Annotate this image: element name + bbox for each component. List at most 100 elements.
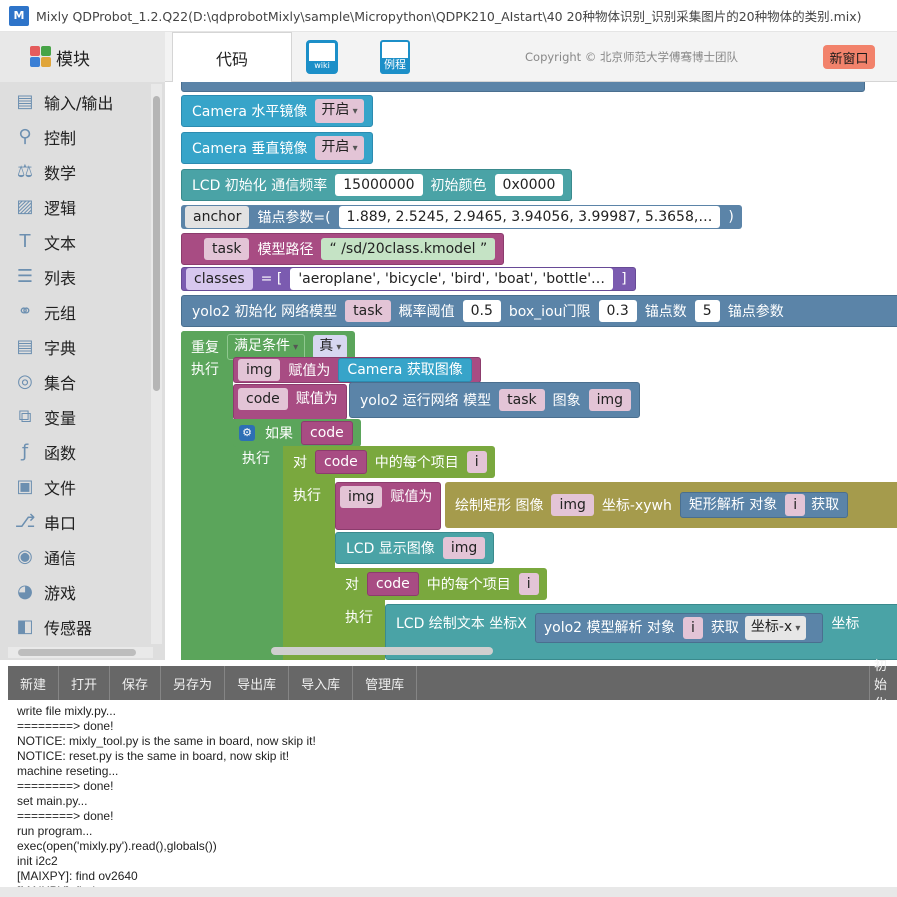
yolo-prob-field[interactable]: 0.5 bbox=[462, 300, 501, 322]
yolo-parse-field[interactable]: 坐标-x bbox=[744, 616, 807, 640]
block-workspace[interactable]: Camera 水平镜像 开启 Camera 垂直镜像 开启 LCD 初始化 通信… bbox=[171, 82, 897, 660]
puzzle-icon bbox=[30, 46, 52, 68]
task-assign-block[interactable]: task 模型路径 “ /sd/20class.kmodel ” bbox=[181, 233, 505, 265]
task-var[interactable]: task bbox=[204, 238, 250, 260]
lcd-color-field[interactable]: 0x0000 bbox=[494, 174, 564, 196]
for1-each-label: 中的每个项目 bbox=[374, 455, 459, 471]
open-button[interactable]: 打开 bbox=[59, 666, 111, 700]
category-scrollbar[interactable] bbox=[151, 84, 162, 644]
if-block[interactable]: ⚙ 如果 code bbox=[233, 419, 361, 447]
yolo-run-block[interactable]: yolo2 运行网络 模型 task 图象 img bbox=[349, 382, 641, 418]
category-title: 模块 bbox=[56, 49, 90, 70]
lcd-freq-field[interactable]: 15000000 bbox=[335, 174, 423, 196]
sidebar-item-dict[interactable]: ▤ 字典 bbox=[8, 329, 150, 364]
for-loop-rail[interactable] bbox=[283, 446, 335, 660]
manage-lib-button[interactable]: 管理库 bbox=[353, 666, 418, 700]
sidebar-item-comm[interactable]: ◉ 通信 bbox=[8, 539, 150, 574]
yolo-init-block[interactable]: yolo2 初始化 网络模型 task 概率阈值 0.5 box_iou门限 0… bbox=[181, 295, 897, 327]
sidebar-item-tuple[interactable]: ⚭ 元组 bbox=[8, 294, 150, 329]
for-each-block-2[interactable]: 对 code 中的每个项目 i bbox=[335, 568, 547, 600]
camera-vflip-dropdown[interactable]: 开启 bbox=[315, 136, 364, 160]
yolo-iou-field[interactable]: 0.3 bbox=[598, 300, 637, 322]
import-lib-button[interactable]: 导入库 bbox=[289, 666, 354, 700]
copyright-text: Copyright © 北京师范大学傅骞博士团队 bbox=[525, 50, 739, 64]
classes-values[interactable]: 'aeroplane', 'bicycle', 'bird', 'boat', … bbox=[290, 268, 614, 290]
yolo-run-task[interactable]: task bbox=[499, 389, 545, 411]
lcd-show-label: LCD 显示图像 bbox=[346, 541, 435, 557]
sidebar-item-list[interactable]: ☰ 列表 bbox=[8, 259, 150, 294]
sidebar-item-logic[interactable]: ▨ 逻辑 bbox=[8, 189, 150, 224]
sidebar-item-game[interactable]: ◕ 游戏 bbox=[8, 574, 150, 609]
sidebar-item-control[interactable]: ⚲ 控制 bbox=[8, 119, 150, 154]
for2-item[interactable]: i bbox=[518, 573, 539, 595]
init-button[interactable]: 初始化 bbox=[869, 659, 897, 712]
exec-label-3: 执行 bbox=[293, 488, 321, 504]
category-hscrollbar[interactable] bbox=[8, 647, 153, 658]
for1-list[interactable]: code bbox=[315, 450, 367, 474]
camera-vflip-block[interactable]: Camera 垂直镜像 开启 bbox=[181, 132, 373, 164]
category-hscroll-thumb[interactable] bbox=[18, 649, 136, 656]
repeat-loop-rail[interactable] bbox=[181, 331, 233, 660]
draw-rect-img[interactable]: img bbox=[551, 494, 594, 516]
sidebar-item-text[interactable]: T 文本 bbox=[8, 224, 150, 259]
classes-assign-block[interactable]: classes = [ 'aeroplane', 'bicycle', 'bir… bbox=[181, 267, 636, 291]
anchor-values[interactable]: 1.889, 2.5245, 2.9465, 3.94056, 3.99987,… bbox=[338, 206, 721, 228]
sidebar-item-serial[interactable]: ⎇ 串口 bbox=[8, 504, 150, 539]
rect-parse-i[interactable]: i bbox=[785, 494, 806, 516]
repeat-value-dropdown[interactable]: 真 bbox=[313, 335, 348, 359]
for2-list[interactable]: code bbox=[367, 572, 419, 596]
yolo-parse-block[interactable]: yolo2 模型解析 对象 i 获取 坐标-x bbox=[534, 613, 824, 643]
editor-tabbar: 代码 wiki 例程 Copyright © 北京师范大学傅骞博士团队 新窗口 bbox=[165, 32, 897, 82]
workspace-hscrollbar[interactable] bbox=[271, 647, 493, 655]
anchor-var[interactable]: anchor bbox=[185, 206, 250, 228]
examples-button[interactable]: 例程 bbox=[380, 40, 410, 74]
for-each-block-1[interactable]: 对 code 中的每个项目 i bbox=[283, 446, 495, 478]
sidebar-item-file[interactable]: ▣ 文件 bbox=[8, 469, 150, 504]
sidebar-item-io[interactable]: ▤ 输入/输出 bbox=[8, 84, 150, 119]
serial-icon: ⎇ bbox=[14, 511, 36, 532]
sidebar-item-function[interactable]: ƒ 函数 bbox=[8, 434, 150, 469]
wiki-button[interactable]: wiki bbox=[306, 40, 338, 74]
category-scroll-thumb[interactable] bbox=[153, 96, 160, 391]
yolo-anchor-num-field[interactable]: 5 bbox=[694, 300, 720, 322]
sidebar-item-sensor[interactable]: ◧ 传感器 bbox=[8, 609, 150, 644]
sidebar-item-variable[interactable]: ⧉ 变量 bbox=[8, 399, 150, 434]
yolo-parse-i[interactable]: i bbox=[682, 617, 703, 639]
sidebar-item-label: 文本 bbox=[44, 233, 77, 253]
console-line: run program... bbox=[17, 824, 93, 838]
tab-code[interactable]: 代码 bbox=[172, 32, 292, 82]
anchor-assign-block[interactable]: anchor 锚点参数=( 1.889, 2.5245, 2.9465, 3.9… bbox=[181, 205, 742, 229]
code-assign-block[interactable]: code 赋值为 bbox=[233, 384, 347, 420]
new-button[interactable]: 新建 bbox=[8, 666, 60, 700]
img-var[interactable]: img bbox=[238, 359, 281, 381]
save-as-button[interactable]: 另存为 bbox=[161, 666, 226, 700]
draw-rect-var[interactable]: img bbox=[340, 486, 383, 508]
draw-rect-assign-block[interactable]: img 赋值为 bbox=[335, 482, 442, 530]
code-var[interactable]: code bbox=[238, 388, 288, 410]
draw-rect-block[interactable]: 绘制矩形 图像 img 坐标-xywh 矩形解析 对象 i 获取 bbox=[445, 482, 897, 528]
classes-var[interactable]: classes bbox=[186, 268, 253, 290]
camera-hmirror-block[interactable]: Camera 水平镜像 开启 bbox=[181, 95, 373, 127]
sidebar-item-label: 变量 bbox=[44, 408, 77, 428]
console-line: ========> done! bbox=[17, 719, 114, 733]
rect-parse-block[interactable]: 矩形解析 对象 i 获取 bbox=[679, 492, 849, 518]
task-path-field[interactable]: “ /sd/20class.kmodel ” bbox=[321, 238, 496, 260]
for1-item[interactable]: i bbox=[466, 451, 487, 473]
yolo-run-img[interactable]: img bbox=[588, 389, 632, 411]
new-window-button[interactable]: 新窗口 bbox=[823, 45, 875, 69]
img-assign-block[interactable]: img 赋值为 Camera 获取图像 bbox=[233, 357, 481, 383]
gear-icon[interactable]: ⚙ bbox=[239, 425, 255, 441]
yolo-init-task[interactable]: task bbox=[345, 300, 391, 322]
camera-hmirror-dropdown[interactable]: 开启 bbox=[315, 99, 364, 123]
if-condition[interactable]: code bbox=[301, 421, 353, 445]
camera-snapshot[interactable]: Camera 获取图像 bbox=[338, 358, 472, 382]
partial-top-block[interactable] bbox=[181, 82, 865, 92]
export-lib-button[interactable]: 导出库 bbox=[225, 666, 290, 700]
anchor-label: 锚点参数=( bbox=[257, 210, 331, 226]
lcd-show-block[interactable]: LCD 显示图像 img bbox=[335, 532, 495, 564]
save-button[interactable]: 保存 bbox=[110, 666, 162, 700]
lcd-init-block[interactable]: LCD 初始化 通信频率 15000000 初始颜色 0x0000 bbox=[181, 169, 573, 201]
sidebar-item-math[interactable]: ⚖ 数学 bbox=[8, 154, 150, 189]
sidebar-item-set[interactable]: ◎ 集合 bbox=[8, 364, 150, 399]
lcd-show-img[interactable]: img bbox=[442, 537, 486, 559]
